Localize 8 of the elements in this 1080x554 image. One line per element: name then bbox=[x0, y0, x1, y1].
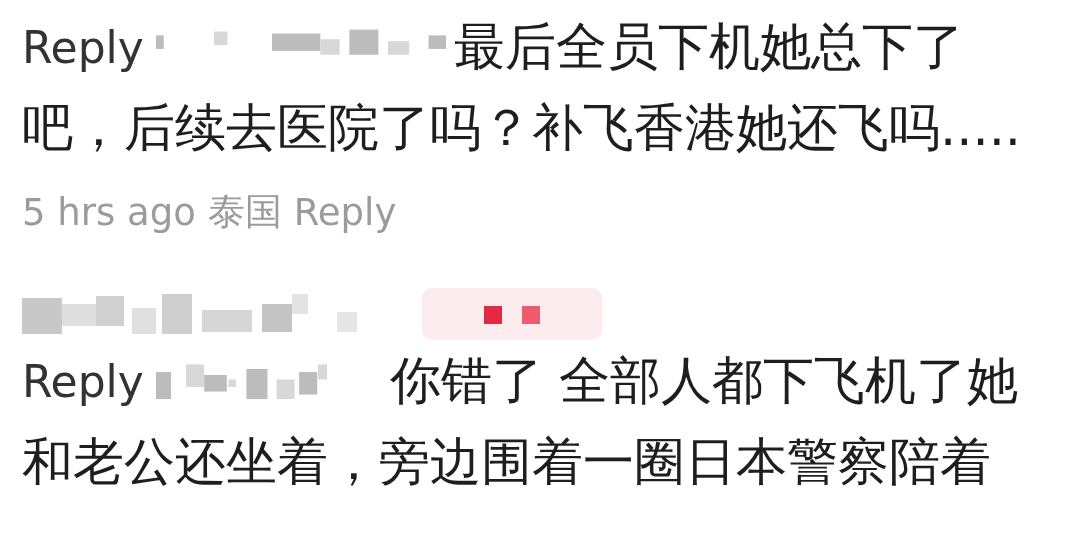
comment-text: 吧，后续去医院了吗？补飞香港她还飞吗..... bbox=[22, 96, 1023, 159]
reply-label[interactable]: Reply bbox=[22, 21, 144, 73]
comment-text: 你错了 全部人都下飞机了她 bbox=[389, 349, 1019, 412]
timestamp: 5 hrs ago bbox=[22, 190, 196, 234]
location-label: 泰国 bbox=[207, 189, 282, 235]
comment-text: 和老公还坐着，旁边围着一圈日本警察陪着 bbox=[22, 430, 992, 493]
reply-label[interactable]: Reply bbox=[22, 355, 144, 407]
comment-text: 最后全员下机她总下了 bbox=[453, 15, 964, 78]
